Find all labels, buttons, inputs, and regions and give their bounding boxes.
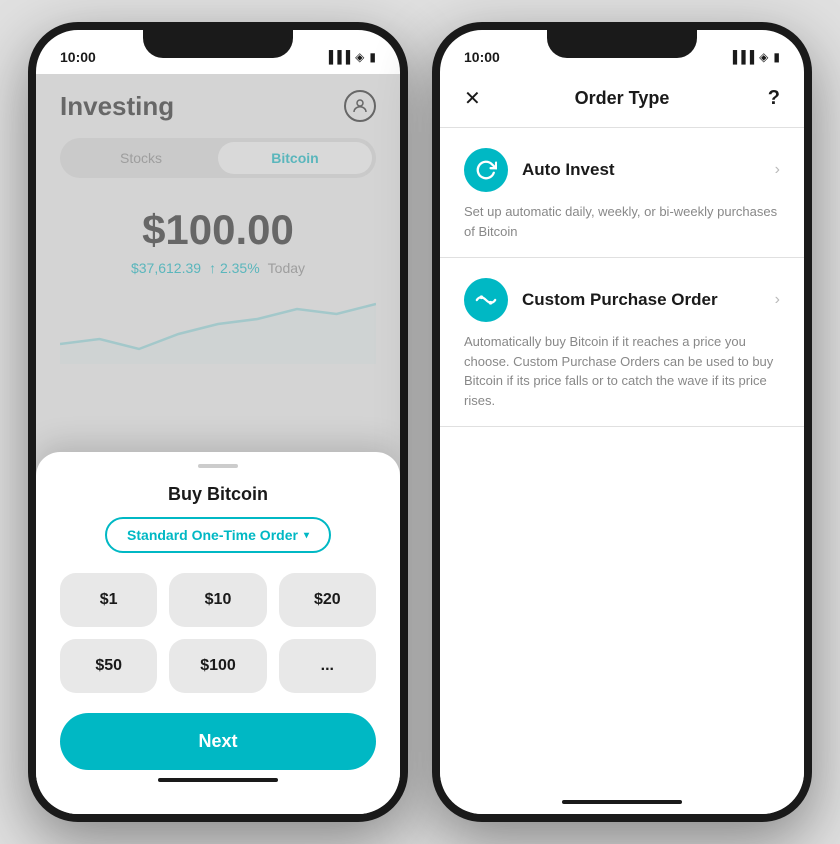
amount-btn-20[interactable]: $20 [279,573,376,627]
amount-btn-1[interactable]: $1 [60,573,157,627]
battery-icon: ▮ [369,50,376,64]
auto-invest-chevron: › [775,161,780,179]
custom-purchase-icon [464,278,508,322]
wifi-icon: ◈ [355,50,364,64]
amount-grid: $1 $10 $20 $50 $100 ... [60,573,376,693]
amount-btn-100[interactable]: $100 [169,639,266,693]
right-phone: 10:00 ▐▐▐ ◈ ▮ ✕ Order Type ? [432,22,812,822]
custom-purchase-row: Custom Purchase Order › [464,278,780,322]
auto-invest-row: Auto Invest › [464,148,780,192]
auto-invest-left: Auto Invest [464,148,615,192]
phone-notch-right [547,30,697,58]
close-button[interactable]: ✕ [464,86,494,111]
phone-notch-left [143,30,293,58]
battery-icon-right: ▮ [773,50,780,64]
auto-invest-desc: Set up automatic daily, weekly, or bi-we… [464,202,780,241]
status-icons-right: ▐▐▐ ◈ ▮ [729,50,780,64]
custom-purchase-name: Custom Purchase Order [522,290,718,310]
auto-invest-option[interactable]: Auto Invest › Set up automatic daily, we… [440,128,804,258]
amount-btn-50[interactable]: $50 [60,639,157,693]
order-type-header: ✕ Order Type ? [440,74,804,128]
custom-purchase-option[interactable]: Custom Purchase Order › Automatically bu… [440,258,804,427]
signal-icon-right: ▐▐▐ [729,50,755,64]
wifi-icon-right: ◈ [759,50,768,64]
auto-invest-icon [464,148,508,192]
custom-purchase-chevron: › [775,291,780,309]
amount-btn-more[interactable]: ... [279,639,376,693]
sheet-title: Buy Bitcoin [60,484,376,505]
custom-purchase-left: Custom Purchase Order [464,278,718,322]
status-icons-left: ▐▐▐ ◈ ▮ [325,50,376,64]
bottom-sheet: Buy Bitcoin Standard One-Time Order ▾ $1… [36,452,400,814]
status-time-right: 10:00 [464,49,500,65]
help-button[interactable]: ? [750,87,780,110]
amount-btn-10[interactable]: $10 [169,573,266,627]
sheet-handle [198,464,238,468]
order-type-label: Standard One-Time Order [127,527,298,543]
home-indicator-left [158,778,278,782]
phones-container: 10:00 ▐▐▐ ◈ ▮ Investing Stocks [0,0,840,844]
chevron-down-icon: ▾ [304,530,309,541]
order-type-selector: Standard One-Time Order ▾ [60,517,376,553]
left-phone-content: Investing Stocks Bitcoin $100.00 $37,612… [36,74,400,814]
order-type-title: Order Type [575,88,670,109]
next-button[interactable]: Next [60,713,376,770]
signal-icon: ▐▐▐ [325,50,351,64]
right-phone-content: ✕ Order Type ? Auto Invest [440,74,804,814]
home-indicator-right [562,800,682,804]
status-time-left: 10:00 [60,49,96,65]
order-type-button[interactable]: Standard One-Time Order ▾ [105,517,331,553]
auto-invest-name: Auto Invest [522,160,615,180]
custom-purchase-desc: Automatically buy Bitcoin if it reaches … [464,332,780,410]
left-phone: 10:00 ▐▐▐ ◈ ▮ Investing Stocks [28,22,408,822]
